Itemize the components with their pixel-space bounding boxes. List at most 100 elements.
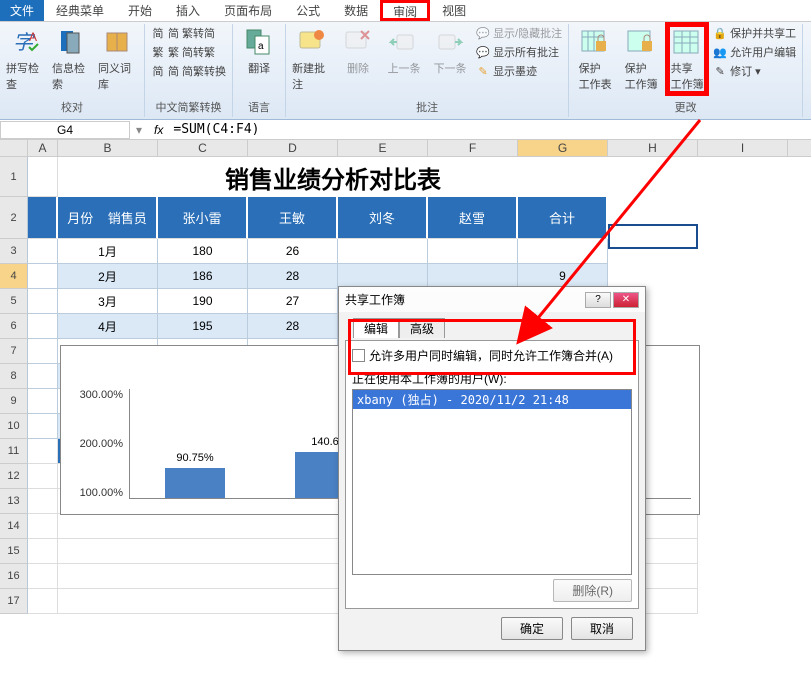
cell[interactable]: 28 <box>248 314 338 339</box>
col-header[interactable]: B <box>58 140 158 156</box>
row-header[interactable]: 9 <box>0 389 28 414</box>
simp-trad-button[interactable]: 简简 简繁转换 <box>149 62 228 80</box>
cell[interactable] <box>28 589 58 614</box>
cell[interactable] <box>28 489 58 514</box>
trad-to-simp-button[interactable]: 繁繁 简转繁 <box>149 43 228 61</box>
share-workbook-button[interactable]: 共享 工作簿 <box>665 24 709 94</box>
cell[interactable]: 195 <box>158 314 248 339</box>
cell[interactable]: 4月 <box>58 314 158 339</box>
row-header[interactable]: 6 <box>0 314 28 339</box>
col-header[interactable]: I <box>698 140 788 156</box>
delete-comment-button[interactable]: 删除 <box>336 24 380 78</box>
checkbox[interactable] <box>352 349 365 362</box>
col-header[interactable]: A <box>28 140 58 156</box>
cell[interactable] <box>28 289 58 314</box>
tab-insert[interactable]: 插入 <box>164 0 212 21</box>
cell[interactable]: 190 <box>158 289 248 314</box>
cell[interactable] <box>428 239 518 264</box>
protect-book-button[interactable]: 保护 工作簿 <box>619 24 663 94</box>
cell[interactable] <box>28 364 58 389</box>
tab-data[interactable]: 数据 <box>332 0 380 21</box>
row-header[interactable]: 17 <box>0 589 28 614</box>
col-header[interactable]: D <box>248 140 338 156</box>
row-header[interactable]: 2 <box>0 197 28 239</box>
select-all-corner[interactable] <box>0 140 28 156</box>
cell[interactable] <box>28 239 58 264</box>
row-header[interactable]: 4 <box>0 264 28 289</box>
row-header[interactable]: 12 <box>0 464 28 489</box>
protect-sheet-button[interactable]: 保护 工作表 <box>573 24 617 94</box>
fx-icon[interactable]: fx <box>148 123 169 137</box>
cell[interactable] <box>28 414 58 439</box>
table-header[interactable]: 月份 销售员 <box>58 197 158 239</box>
allow-multi-edit-row[interactable]: 允许多用户同时编辑，同时允许工作簿合并(A) <box>352 347 632 364</box>
cell[interactable] <box>518 239 608 264</box>
cell[interactable] <box>28 514 58 539</box>
cell[interactable]: 28 <box>248 264 338 289</box>
row-header[interactable]: 5 <box>0 289 28 314</box>
spell-check-button[interactable]: 字A 拼写检查 <box>4 24 48 94</box>
tab-home[interactable]: 开始 <box>116 0 164 21</box>
cell[interactable] <box>28 389 58 414</box>
cell[interactable] <box>338 239 428 264</box>
row-header[interactable]: 10 <box>0 414 28 439</box>
simp-to-trad-button[interactable]: 简简 繁转简 <box>149 24 228 42</box>
dialog-titlebar[interactable]: 共享工作簿 ? ✕ <box>339 287 645 312</box>
tab-view[interactable]: 视图 <box>430 0 478 21</box>
cell[interactable]: 1月 <box>58 239 158 264</box>
row-header[interactable]: 1 <box>0 157 28 197</box>
cell[interactable] <box>28 464 58 489</box>
show-ink-button[interactable]: ✎显示墨迹 <box>474 62 564 80</box>
dialog-tab-advanced[interactable]: 高级 <box>399 318 445 338</box>
dialog-close-button[interactable]: ✕ <box>613 292 639 308</box>
tab-formula[interactable]: 公式 <box>284 0 332 21</box>
cell[interactable] <box>28 339 58 364</box>
sheet-title[interactable]: 销售业绩分析对比表 <box>58 157 608 197</box>
row-header[interactable]: 8 <box>0 364 28 389</box>
table-header[interactable]: 刘冬 <box>338 197 428 239</box>
table-header[interactable]: 合计 <box>518 197 608 239</box>
col-header[interactable]: C <box>158 140 248 156</box>
user-list-item[interactable]: xbany (独占) - 2020/11/2 21:48 <box>353 390 631 409</box>
table-header[interactable]: 张小雷 <box>158 197 248 239</box>
track-changes-button[interactable]: ✎修订 ▾ <box>711 62 798 80</box>
dialog-help-button[interactable]: ? <box>585 292 611 308</box>
next-comment-button[interactable]: 下一条 <box>428 24 472 78</box>
row-header[interactable]: 11 <box>0 439 28 464</box>
namebox-dropdown-icon[interactable]: ▾ <box>130 123 148 137</box>
row-header[interactable]: 7 <box>0 339 28 364</box>
col-header[interactable]: E <box>338 140 428 156</box>
cell[interactable] <box>28 439 58 464</box>
name-box[interactable]: G4 <box>0 121 130 139</box>
show-hide-comment-button[interactable]: 💬显示/隐藏批注 <box>474 24 564 42</box>
cell[interactable] <box>28 539 58 564</box>
prev-comment-button[interactable]: 上一条 <box>382 24 426 78</box>
cell[interactable] <box>28 197 58 239</box>
col-header[interactable]: H <box>608 140 698 156</box>
cell[interactable]: 26 <box>248 239 338 264</box>
col-header[interactable]: G <box>518 140 608 156</box>
row-header[interactable]: 3 <box>0 239 28 264</box>
cell[interactable] <box>28 564 58 589</box>
cell[interactable]: 186 <box>158 264 248 289</box>
protect-share-button[interactable]: 🔒保护并共享工 <box>711 24 798 42</box>
col-header[interactable]: F <box>428 140 518 156</box>
new-comment-button[interactable]: 新建批注 <box>290 24 334 94</box>
row-header[interactable]: 14 <box>0 514 28 539</box>
table-header[interactable]: 赵雪 <box>428 197 518 239</box>
cell[interactable] <box>28 157 58 197</box>
tab-layout[interactable]: 页面布局 <box>212 0 284 21</box>
user-list[interactable]: xbany (独占) - 2020/11/2 21:48 <box>352 389 632 575</box>
translate-button[interactable]: a 翻译 <box>237 24 281 78</box>
tab-review[interactable]: 审阅 <box>380 0 430 21</box>
tab-classic[interactable]: 经典菜单 <box>44 0 116 21</box>
formula-input[interactable]: =SUM(C4:F4) <box>169 121 811 138</box>
row-header[interactable]: 15 <box>0 539 28 564</box>
cell[interactable]: 27 <box>248 289 338 314</box>
cell[interactable]: 180 <box>158 239 248 264</box>
research-button[interactable]: 信息检索 <box>50 24 94 94</box>
cell[interactable]: 3月 <box>58 289 158 314</box>
row-header[interactable]: 16 <box>0 564 28 589</box>
thesaurus-button[interactable]: 同义词库 <box>96 24 140 94</box>
tab-file[interactable]: 文件 <box>0 0 44 21</box>
